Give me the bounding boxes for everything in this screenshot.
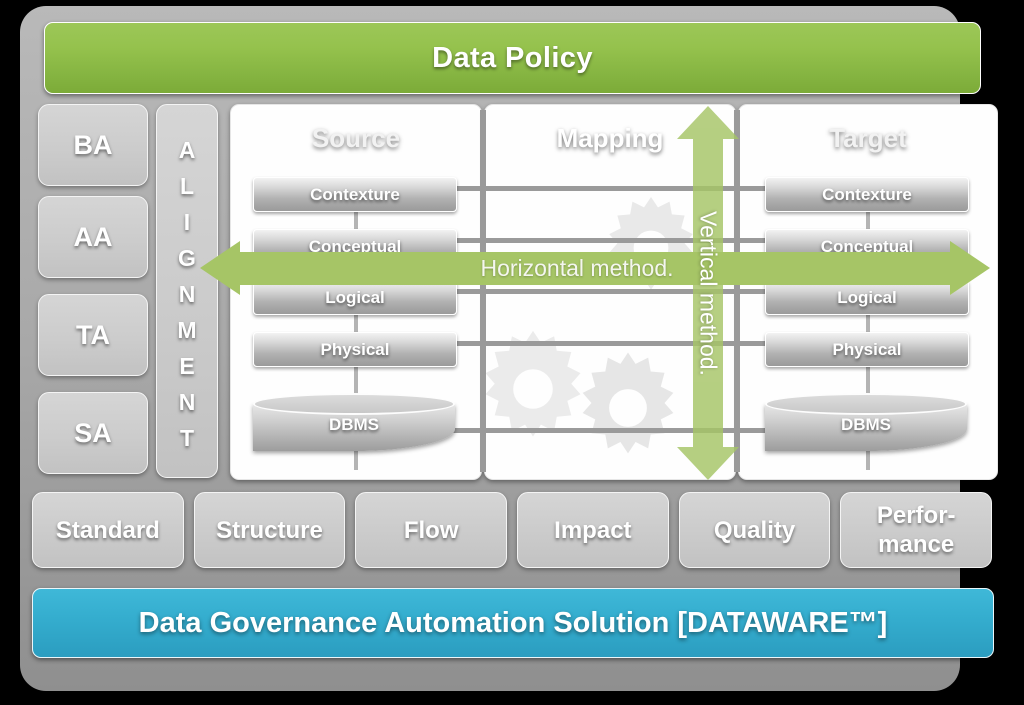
mapping-line-dbms xyxy=(452,428,766,433)
alignment-letter: E xyxy=(179,353,195,379)
alignment-letter: G xyxy=(178,245,196,271)
data-policy-banner: Data Policy xyxy=(44,22,981,94)
target-panel: Target Contexture Conceptual Logical Phy… xyxy=(738,104,998,480)
source-dbms-label: DBMS xyxy=(328,415,380,434)
architecture-box-ba[interactable]: BA xyxy=(38,104,148,186)
alignment-letter: I xyxy=(183,209,191,235)
target-layer-conceptual[interactable]: Conceptual xyxy=(765,229,969,264)
architecture-label: TA xyxy=(76,319,110,350)
target-panel-title: Target xyxy=(829,123,907,153)
capability-row: Standard Structure Flow Impact Quality P… xyxy=(32,492,993,568)
architecture-label: BA xyxy=(73,129,113,160)
alignment-letter: N xyxy=(178,281,196,307)
target-layer-contexture[interactable]: Contexture xyxy=(765,177,969,212)
architecture-box-aa[interactable]: AA xyxy=(38,196,148,278)
architecture-column: BA AA TA SA xyxy=(38,104,148,478)
architecture-box-ta[interactable]: TA xyxy=(38,294,148,376)
mapping-line-physical xyxy=(452,341,766,346)
capability-flow[interactable]: Flow xyxy=(355,492,508,568)
source-panel: Source Contexture Conceptual Logical Phy… xyxy=(230,104,482,480)
solution-banner: Data Governance Automation Solution [DAT… xyxy=(32,588,994,658)
mapping-line-logical xyxy=(452,289,766,294)
source-panel-title: Source xyxy=(311,123,401,153)
target-layer-physical[interactable]: Physical xyxy=(765,332,969,367)
capability-standard[interactable]: Standard xyxy=(32,492,184,568)
architecture-label: AA xyxy=(73,221,113,252)
middle-band: BA AA TA SA A L I G N M E N T Source Con… xyxy=(32,100,998,482)
source-layer-physical[interactable]: Physical xyxy=(253,332,457,367)
gear-icon xyxy=(582,352,674,454)
capability-structure[interactable]: Structure xyxy=(193,492,346,568)
target-dbms-label: DBMS xyxy=(840,415,892,434)
capability-impact[interactable]: Impact xyxy=(517,492,669,568)
mapping-line-conceptual xyxy=(452,238,766,243)
alignment-column: A L I G N M E N T xyxy=(156,104,218,478)
target-layer-logical[interactable]: Logical xyxy=(765,280,969,315)
architecture-label: SA xyxy=(74,417,112,448)
mapping-divider-left xyxy=(480,110,486,472)
source-layer-logical[interactable]: Logical xyxy=(253,280,457,315)
mapping-divider-right xyxy=(734,110,740,472)
solution-title: Data Governance Automation Solution [DAT… xyxy=(138,606,888,639)
alignment-letter: T xyxy=(179,425,195,451)
cylinder-top xyxy=(765,393,967,415)
alignment-letter: N xyxy=(178,389,196,415)
alignment-letter: M xyxy=(177,317,197,343)
source-layer-conceptual[interactable]: Conceptual xyxy=(253,229,457,264)
mapping-panel-title: Mapping xyxy=(556,123,664,153)
cylinder-top xyxy=(253,393,455,415)
data-policy-title: Data Policy xyxy=(432,41,593,74)
target-dbms-cylinder[interactable]: DBMS xyxy=(765,393,967,451)
mapping-line-contexture xyxy=(452,186,766,191)
source-layer-contexture[interactable]: Contexture xyxy=(253,177,457,212)
diagram-canvas: Data Policy BA AA TA SA A L I G N M E N … xyxy=(0,0,1024,705)
capability-quality[interactable]: Quality xyxy=(678,492,831,568)
source-dbms-cylinder[interactable]: DBMS xyxy=(253,393,455,451)
architecture-box-sa[interactable]: SA xyxy=(38,392,148,474)
capability-performance[interactable]: Perfor- mance xyxy=(840,492,993,568)
alignment-letter: A xyxy=(178,137,196,163)
alignment-letter: L xyxy=(179,173,195,199)
horizontal-method-label: Horizontal method. xyxy=(480,255,674,281)
